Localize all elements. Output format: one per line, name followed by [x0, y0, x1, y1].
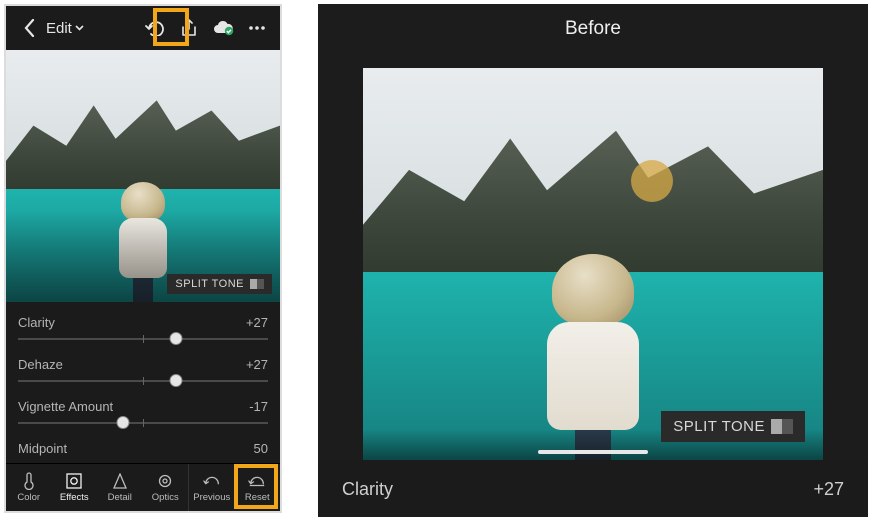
top-bar: Edit: [6, 6, 280, 50]
touch-indicator: [631, 160, 673, 202]
split-tone-label: SPLIT TONE: [673, 418, 765, 435]
effects-icon: [65, 472, 83, 490]
share-button[interactable]: [172, 11, 206, 45]
split-tone-icon: [771, 419, 793, 434]
thermometer-icon: [20, 472, 38, 490]
undo-button[interactable]: [138, 11, 172, 45]
before-image[interactable]: SPLIT TONE: [363, 68, 823, 460]
slider-midpoint[interactable]: Midpoint50: [18, 434, 268, 456]
more-icon: [248, 25, 266, 31]
tab-reset[interactable]: Reset: [235, 464, 281, 511]
reset-icon: [248, 472, 266, 490]
split-tone-icon: [250, 279, 264, 289]
sliders-panel-before: Clarity +27: [318, 460, 868, 517]
split-tone-button[interactable]: SPLIT TONE: [167, 274, 272, 294]
slider-clarity[interactable]: Clarity +27: [342, 472, 844, 502]
back-button[interactable]: [12, 11, 46, 45]
split-tone-label: SPLIT TONE: [175, 278, 244, 290]
tab-color[interactable]: Color: [6, 464, 52, 511]
sliders-panel: Clarity+27 Dehaze+27 Vignette Amount-17 …: [6, 302, 280, 463]
chevron-left-icon: [24, 19, 35, 37]
tab-previous[interactable]: Previous: [188, 464, 235, 511]
previous-icon: [203, 472, 221, 490]
undo-icon: [145, 20, 165, 36]
optics-icon: [156, 472, 174, 490]
edit-label: Edit: [46, 20, 72, 37]
home-indicator: [538, 450, 648, 454]
image-preview[interactable]: SPLIT TONE: [6, 50, 280, 302]
phone-editor: Edit SPLIT TONE: [4, 4, 282, 513]
cloud-check-icon: [212, 20, 234, 36]
share-icon: [181, 19, 197, 37]
tab-effects[interactable]: Effects: [52, 464, 98, 511]
slider-dehaze[interactable]: Dehaze+27: [18, 350, 268, 392]
cloud-status[interactable]: [206, 11, 240, 45]
edit-menu[interactable]: Edit: [46, 20, 84, 37]
bottom-bar: Color Effects Detail Optics Previous Res…: [6, 463, 280, 511]
before-label: Before: [318, 4, 868, 54]
chevron-down-icon: [75, 25, 84, 31]
tab-optics[interactable]: Optics: [143, 464, 189, 511]
more-button[interactable]: [240, 11, 274, 45]
slider-vignette-amount[interactable]: Vignette Amount-17: [18, 392, 268, 434]
detail-icon: [111, 472, 129, 490]
tab-detail[interactable]: Detail: [97, 464, 143, 511]
before-panel: Before SPLIT TONE Clarity +27: [318, 4, 868, 517]
slider-clarity[interactable]: Clarity+27: [18, 308, 268, 350]
split-tone-button[interactable]: SPLIT TONE: [661, 411, 805, 442]
